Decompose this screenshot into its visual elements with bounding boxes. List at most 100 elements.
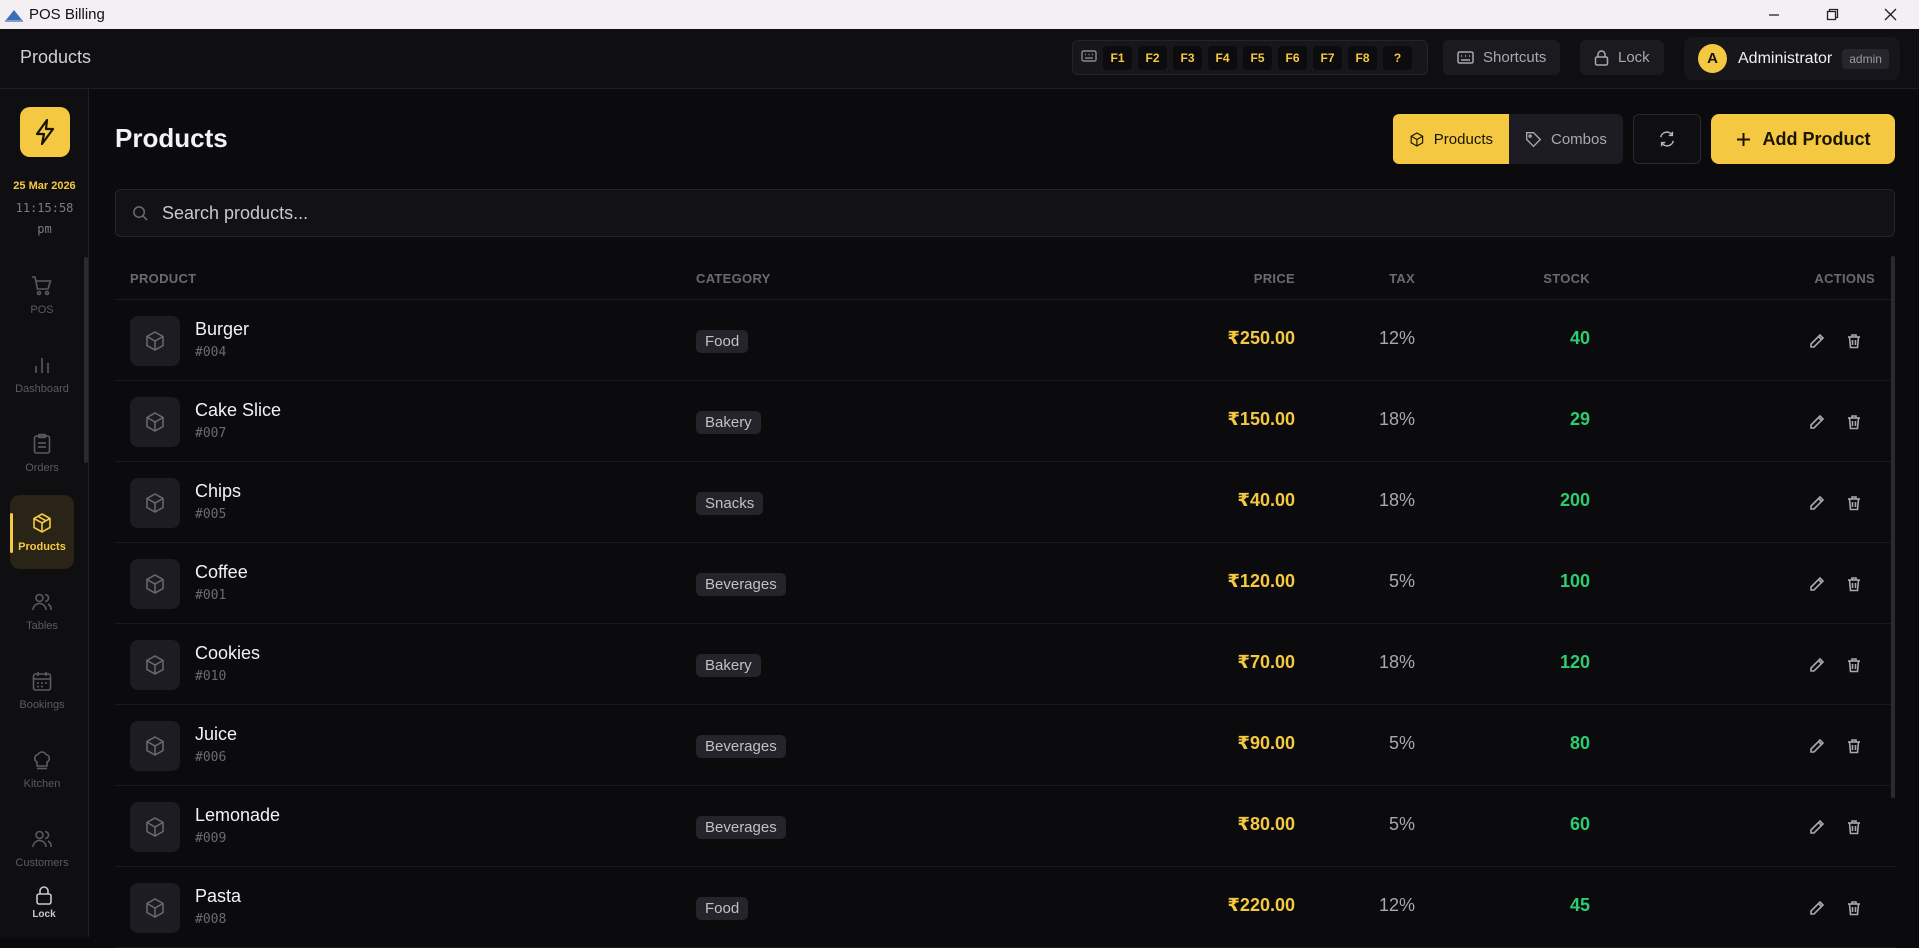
- fkey-help[interactable]: ?: [1383, 45, 1412, 70]
- delete-button[interactable]: [1844, 898, 1864, 918]
- sidebar-time-clock: 11:15:58: [15, 201, 74, 215]
- user-menu[interactable]: A Administrator admin: [1684, 37, 1900, 80]
- edit-button[interactable]: [1807, 655, 1827, 675]
- restore-button[interactable]: [1803, 0, 1861, 29]
- product-price: ₹70.00: [1237, 652, 1295, 672]
- lock-button[interactable]: Lock: [1580, 40, 1664, 75]
- sidebar-item-pos[interactable]: POS: [10, 258, 74, 332]
- edit-button[interactable]: [1807, 412, 1827, 432]
- shortcuts-button[interactable]: Shortcuts: [1443, 40, 1561, 75]
- sidebar-item-products[interactable]: Products: [10, 495, 74, 569]
- table-row[interactable]: Cake Slice #007 Bakery ₹150.00 18% 29: [115, 381, 1895, 462]
- tab-combos[interactable]: Combos: [1509, 114, 1623, 164]
- plus-icon: [1736, 132, 1750, 146]
- table-row[interactable]: Cookies #010 Bakery ₹70.00 18% 120: [115, 624, 1895, 705]
- table-row[interactable]: Coffee #001 Beverages ₹120.00 5% 100: [115, 543, 1895, 624]
- product-stock: 29: [1569, 409, 1590, 429]
- table-row[interactable]: Juice #006 Beverages ₹90.00 5% 80: [115, 705, 1895, 786]
- fkey-f1[interactable]: F1: [1103, 45, 1132, 70]
- table-row[interactable]: Burger #004 Food ₹250.00 12% 40: [115, 300, 1895, 381]
- app-logo[interactable]: [20, 107, 70, 157]
- trash-icon: [1848, 496, 1860, 511]
- sidebar-item-customers[interactable]: Customers: [10, 811, 74, 885]
- product-name: Juice: [195, 724, 238, 744]
- column-price[interactable]: PRICE: [1254, 271, 1295, 286]
- delete-button[interactable]: [1844, 574, 1864, 594]
- table-scrollbar[interactable]: [1891, 256, 1895, 798]
- edit-button[interactable]: [1807, 493, 1827, 513]
- sidebar-item-label: Kitchen: [23, 777, 61, 790]
- trash-icon: [1848, 739, 1860, 754]
- sidebar-time-ampm: pm: [37, 222, 52, 236]
- box-icon: [1410, 131, 1424, 147]
- users-icon: [32, 593, 52, 610]
- edit-button[interactable]: [1807, 736, 1827, 756]
- sidebar-scrollbar[interactable]: [84, 257, 88, 463]
- box-icon: [146, 412, 164, 432]
- product-tax: 12%: [1378, 328, 1415, 348]
- app-icon: [5, 9, 23, 22]
- fkey-f5[interactable]: F5: [1243, 45, 1272, 70]
- box-icon: [146, 493, 164, 513]
- sidebar-item-orders[interactable]: Orders: [10, 416, 74, 490]
- product-thumbnail: [130, 802, 180, 852]
- pencil-icon: [1810, 657, 1825, 672]
- product-price: ₹90.00: [1237, 733, 1295, 753]
- product-code: #001: [195, 588, 227, 603]
- add-product-button[interactable]: Add Product: [1711, 114, 1895, 164]
- edit-button[interactable]: [1807, 817, 1827, 837]
- table-row[interactable]: Pasta #008 Food ₹220.00 12% 45: [115, 867, 1895, 948]
- fkey-f3[interactable]: F3: [1173, 45, 1202, 70]
- category-badge: Bakery: [696, 411, 761, 434]
- product-tax: 18%: [1378, 490, 1415, 510]
- sidebar-item-label: Customers: [15, 856, 69, 869]
- minimize-button[interactable]: [1745, 0, 1803, 29]
- column-tax[interactable]: TAX: [1389, 271, 1415, 286]
- delete-button[interactable]: [1844, 412, 1864, 432]
- sidebar-item-label: Bookings: [19, 698, 65, 711]
- column-stock[interactable]: STOCK: [1543, 271, 1590, 286]
- column-product[interactable]: PRODUCT: [130, 271, 196, 286]
- edit-button[interactable]: [1807, 331, 1827, 351]
- edit-button[interactable]: [1807, 898, 1827, 918]
- product-stock: 80: [1569, 733, 1590, 753]
- category-badge: Beverages: [696, 735, 786, 758]
- product-name: Pasta: [195, 886, 242, 906]
- refresh-button[interactable]: [1633, 114, 1701, 164]
- fkey-f8[interactable]: F8: [1348, 45, 1377, 70]
- trash-icon: [1848, 820, 1860, 835]
- sidebar-item-label: Orders: [25, 461, 59, 474]
- close-icon: [1884, 8, 1896, 21]
- user-name: Administrator: [1738, 49, 1833, 67]
- sidebar-item-bookings[interactable]: Bookings: [10, 653, 74, 727]
- delete-button[interactable]: [1844, 331, 1864, 351]
- calendar-icon: [32, 671, 52, 691]
- category-badge: Food: [696, 330, 749, 353]
- bar-chart-icon: [35, 357, 49, 373]
- sidebar-item-dashboard[interactable]: Dashboard: [10, 337, 74, 411]
- sidebar-item-kitchen[interactable]: Kitchen: [10, 732, 74, 806]
- fkey-f2[interactable]: F2: [1138, 45, 1167, 70]
- product-thumbnail: [130, 883, 180, 933]
- add-product-label: Add Product: [1762, 128, 1871, 149]
- close-button[interactable]: [1861, 0, 1919, 29]
- sidebar-lock-button[interactable]: Lock: [14, 885, 74, 929]
- delete-button[interactable]: [1844, 817, 1864, 837]
- fkey-f4[interactable]: F4: [1208, 45, 1237, 70]
- delete-button[interactable]: [1844, 655, 1864, 675]
- fkey-f7[interactable]: F7: [1313, 45, 1342, 70]
- category-badge: Snacks: [696, 492, 764, 515]
- sidebar-item-tables[interactable]: Tables: [10, 574, 74, 648]
- table-row[interactable]: Lemonade #009 Beverages ₹80.00 5% 60: [115, 786, 1895, 867]
- edit-button[interactable]: [1807, 574, 1827, 594]
- product-price: ₹120.00: [1227, 571, 1295, 591]
- column-category[interactable]: CATEGORY: [696, 271, 771, 286]
- delete-button[interactable]: [1844, 736, 1864, 756]
- tab-products[interactable]: Products: [1393, 114, 1509, 164]
- sidebar-time: 11:15:58 pm: [0, 198, 89, 240]
- fkey-f6[interactable]: F6: [1278, 45, 1307, 70]
- table-row[interactable]: Chips #005 Snacks ₹40.00 18% 200: [115, 462, 1895, 543]
- pencil-icon: [1810, 819, 1825, 834]
- delete-button[interactable]: [1844, 493, 1864, 513]
- search-input[interactable]: [162, 202, 1894, 224]
